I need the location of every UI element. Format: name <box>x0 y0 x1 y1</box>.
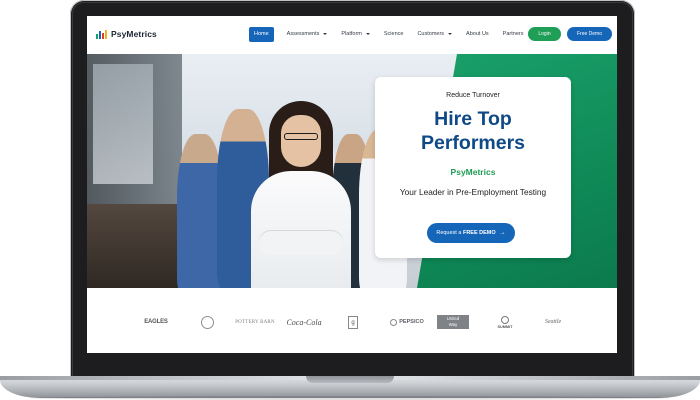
united-way-text: Way <box>448 322 458 327</box>
client-logo-seal <box>200 315 214 329</box>
hero-brand-name: PsyMetrics <box>450 167 496 177</box>
chevron-down-icon <box>365 32 370 35</box>
top-navigation-bar: PsyMetrics Home Assessments Platform Sci… <box>87 16 617 54</box>
psymetrics-logo[interactable]: PsyMetrics <box>96 29 157 39</box>
laptop-notch <box>306 376 394 383</box>
hero-section: Reduce Turnover Hire Top Performers PsyM… <box>87 54 617 288</box>
nav-item-label: Customers <box>417 31 445 37</box>
nav-item-about-us[interactable]: About Us <box>459 27 496 42</box>
client-logo-pottery-barn: POTTERY BARN <box>235 319 275 325</box>
laptop-screen: PsyMetrics Home Assessments Platform Sci… <box>87 16 617 353</box>
nav-item-label: Home <box>254 31 269 37</box>
nav-item-label: Partners <box>502 31 524 37</box>
cta-prefix: Request a <box>436 230 463 236</box>
nav-item-home[interactable]: Home <box>249 27 274 42</box>
pepsico-text: PEPSICO <box>399 319 424 325</box>
arrow-right-icon: → <box>499 230 506 236</box>
hero-headline-line-2: Performers <box>420 132 526 154</box>
free-demo-button[interactable]: Free Demo <box>567 27 612 41</box>
summit-icon <box>501 315 509 324</box>
hero-headline: Hire Top Performers <box>375 107 571 155</box>
hero-eyebrow: Reduce Turnover <box>446 92 500 99</box>
nav-item-science[interactable]: Science <box>377 27 411 42</box>
request-free-demo-button[interactable]: Request a FREE DEMO → <box>427 223 515 243</box>
logo-bars-icon <box>96 29 107 39</box>
laptop-shadow <box>30 396 670 400</box>
client-logo-coca-cola: Coca-Cola <box>286 317 322 327</box>
client-logo-pepsico: PEPSICO <box>387 315 427 329</box>
hero-office-window <box>93 64 153 184</box>
main-menu: Home Assessments Platform Science Custom… <box>249 27 530 42</box>
client-logo-goodwill: g <box>346 315 360 329</box>
chevron-down-icon <box>448 32 453 35</box>
united-way-badge: United Way <box>437 315 469 329</box>
client-logo-summit: SUMMIT <box>492 315 518 329</box>
chevron-down-icon <box>323 32 328 35</box>
nav-item-assessments[interactable]: Assessments <box>280 27 335 42</box>
client-logo-united-way: United Way <box>437 315 469 329</box>
cta-bold: FREE DEMO <box>462 230 496 236</box>
hero-card: Reduce Turnover Hire Top Performers PsyM… <box>375 77 571 258</box>
logo-text: PsyMetrics <box>111 29 157 39</box>
nav-item-partners[interactable]: Partners <box>496 27 531 42</box>
nav-item-label: Platform <box>341 31 362 37</box>
hero-tagline: Your Leader in Pre-Employment Testing <box>399 187 547 197</box>
client-logo-eagles: EAGLES <box>144 319 168 325</box>
nav-item-label: About Us <box>466 31 489 37</box>
summit-text: SUMMIT <box>497 324 513 329</box>
goodwill-icon: g <box>348 315 358 329</box>
hero-headline-line-1: Hire Top <box>434 108 512 130</box>
client-logos-strip: EAGLES POTTERY BARN Coca-Cola g PEPSICO … <box>87 288 617 353</box>
seal-icon <box>200 315 214 329</box>
nav-item-customers[interactable]: Customers <box>410 27 459 42</box>
hero-photo-main-woman <box>251 101 351 288</box>
client-logo-script: Seattle <box>544 319 562 325</box>
nav-item-platform[interactable]: Platform <box>334 27 376 42</box>
pepsi-globe-icon <box>390 318 398 326</box>
nav-item-label: Assessments <box>286 31 320 37</box>
login-button[interactable]: Login <box>528 27 561 41</box>
nav-item-label: Science <box>383 31 404 37</box>
